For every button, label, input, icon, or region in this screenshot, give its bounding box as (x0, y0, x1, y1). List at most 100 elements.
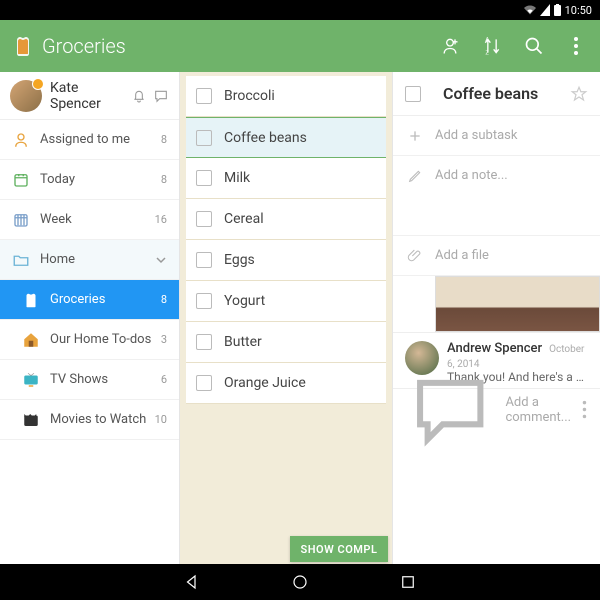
task-label: Orange Juice (224, 375, 306, 391)
movie-icon (22, 411, 40, 429)
sidebar-item-count: 16 (155, 213, 167, 226)
detail-header: Coffee beans (393, 72, 600, 116)
wifi-icon (524, 4, 536, 16)
task-row[interactable]: Eggs (186, 240, 386, 281)
avatar (10, 80, 42, 112)
house-icon (22, 331, 40, 349)
add-comment-label: Add a comment... (505, 395, 571, 425)
show-completed-button[interactable]: SHOW COMPL (290, 536, 388, 562)
app-title: Groceries (42, 34, 440, 58)
sidebar-item-week[interactable]: Week 16 (0, 200, 179, 240)
chevron-down-icon (155, 254, 167, 266)
back-icon[interactable] (183, 573, 201, 591)
signal-icon (540, 4, 550, 16)
overflow-menu-icon[interactable] (566, 36, 586, 56)
sidebar-folder-home[interactable]: Home (0, 240, 179, 280)
task-row[interactable]: Orange Juice (186, 363, 386, 404)
sidebar: Kate Spencer Assigned to me 8 Today 8 We… (0, 72, 180, 564)
sidebar-item-assigned[interactable]: Assigned to me 8 (0, 120, 179, 160)
android-navbar (0, 564, 600, 600)
add-subtask-label: Add a subtask (435, 128, 517, 143)
profile-row[interactable]: Kate Spencer (0, 72, 179, 120)
add-file-row[interactable]: Add a file (393, 236, 600, 276)
app-bar: Groceries AZ (0, 20, 600, 72)
sidebar-item-groceries[interactable]: Groceries 8 (0, 280, 179, 320)
task-label: Eggs (224, 252, 255, 268)
sidebar-item-count: 3 (161, 333, 167, 346)
checkbox[interactable] (196, 375, 212, 391)
checkbox[interactable] (196, 293, 212, 309)
sidebar-item-label: Movies to Watch (50, 412, 155, 427)
task-label: Cereal (224, 211, 264, 227)
search-icon[interactable] (524, 36, 544, 56)
sidebar-item-count: 8 (161, 133, 167, 146)
sidebar-item-label: TV Shows (50, 372, 161, 387)
profile-name: Kate Spencer (50, 80, 125, 112)
sidebar-item-tv[interactable]: TV Shows 6 (0, 360, 179, 400)
svg-text:Z: Z (485, 50, 489, 56)
attachment-thumbnail[interactable] (435, 276, 600, 332)
task-row[interactable]: Yogurt (186, 281, 386, 322)
sidebar-item-label: Our Home To-dos (50, 332, 161, 347)
bell-icon[interactable] (131, 88, 147, 104)
task-label: Yogurt (224, 293, 265, 309)
svg-text:A: A (485, 37, 489, 43)
checkbox[interactable] (196, 130, 212, 146)
task-row[interactable]: Milk (186, 158, 386, 199)
add-comment-row[interactable]: Add a comment... (393, 388, 600, 430)
add-subtask-row[interactable]: Add a subtask (393, 116, 600, 156)
checkbox[interactable] (196, 170, 212, 186)
sidebar-item-label: Week (40, 212, 155, 227)
sidebar-item-count: 6 (161, 373, 167, 386)
pencil-icon (407, 168, 423, 184)
sort-icon[interactable]: AZ (482, 36, 502, 56)
comment-author: Andrew Spencer (447, 341, 542, 356)
week-icon (12, 211, 30, 229)
checkbox[interactable] (196, 88, 212, 104)
checkbox[interactable] (196, 252, 212, 268)
sidebar-folder-label: Home (40, 252, 155, 267)
tv-icon (22, 371, 40, 389)
home-icon[interactable] (291, 573, 309, 591)
task-row[interactable]: Cereal (186, 199, 386, 240)
assigned-icon (12, 131, 30, 149)
speech-icon (405, 364, 495, 454)
sidebar-item-count: 8 (161, 293, 167, 306)
detail-title[interactable]: Coffee beans (443, 84, 570, 103)
sidebar-item-home-todos[interactable]: Our Home To-dos 3 (0, 320, 179, 360)
sidebar-item-label: Assigned to me (40, 132, 161, 147)
task-row[interactable]: Broccoli (186, 76, 386, 117)
checkbox[interactable] (196, 211, 212, 227)
add-note-row[interactable]: Add a note... (393, 156, 600, 236)
sidebar-item-label: Groceries (50, 292, 161, 307)
plus-icon (407, 128, 423, 144)
status-bar: 10:50 (0, 0, 600, 20)
task-label: Coffee beans (224, 130, 307, 146)
today-icon (12, 171, 30, 189)
add-file-label: Add a file (435, 248, 489, 263)
status-time: 10:50 (565, 4, 592, 17)
star-icon[interactable] (570, 85, 588, 103)
task-row[interactable]: Coffee beans (186, 117, 386, 158)
bread-icon (22, 291, 40, 309)
detail-panel: Coffee beans Add a subtask Add a note...… (392, 72, 600, 564)
sidebar-item-movies[interactable]: Movies to Watch 10 (0, 400, 179, 440)
task-row[interactable]: Butter (186, 322, 386, 363)
recent-icon[interactable] (399, 573, 417, 591)
add-person-icon[interactable] (440, 36, 460, 56)
more-icon[interactable] (581, 398, 588, 421)
checkbox[interactable] (405, 86, 421, 102)
task-label: Butter (224, 334, 262, 350)
app-logo-icon (14, 36, 32, 56)
sidebar-item-today[interactable]: Today 8 (0, 160, 179, 200)
folder-icon (12, 251, 30, 269)
sidebar-item-label: Today (40, 172, 161, 187)
task-list: Broccoli Coffee beans Milk Cereal Eggs Y… (180, 72, 392, 564)
chat-icon[interactable] (153, 88, 169, 104)
battery-icon (554, 4, 561, 16)
task-label: Milk (224, 170, 250, 186)
clip-icon (407, 248, 423, 264)
task-label: Broccoli (224, 88, 275, 104)
checkbox[interactable] (196, 334, 212, 350)
sidebar-item-count: 8 (161, 173, 167, 186)
